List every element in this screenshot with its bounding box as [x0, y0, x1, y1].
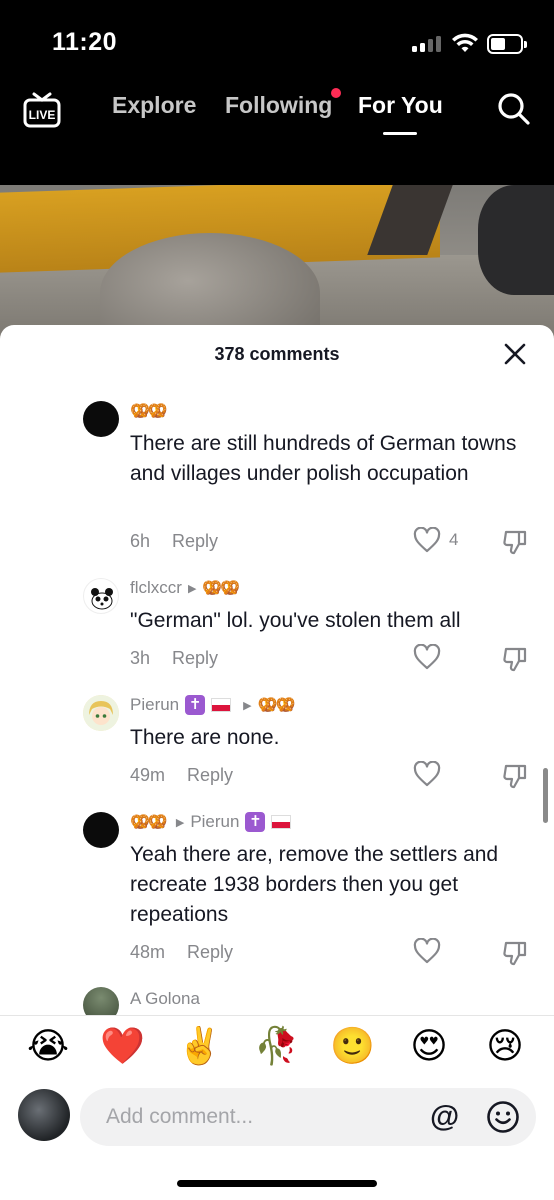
dislike-icon[interactable] [502, 646, 528, 672]
dislike-icon[interactable] [502, 529, 528, 555]
loudly-crying-emoji-button[interactable]: 😭 [26, 1025, 70, 1069]
comment-placeholder: Add comment... [106, 1105, 254, 1128]
comment-time: 48m [130, 942, 166, 962]
close-icon[interactable] [503, 342, 527, 366]
emoji-smile-icon[interactable] [486, 1100, 520, 1134]
comment-input[interactable]: Add comment... @ [80, 1088, 536, 1146]
comment-input-row: Add comment... @ [0, 1085, 554, 1146]
avatar[interactable] [83, 401, 119, 437]
like-button[interactable] [413, 938, 441, 964]
avatar[interactable] [83, 987, 119, 1015]
comment-meta: 6h Reply [130, 531, 218, 552]
home-indicator[interactable] [177, 1180, 377, 1187]
notification-dot [331, 88, 341, 98]
my-avatar[interactable] [18, 1089, 70, 1141]
heart-icon [413, 938, 441, 964]
comment-item: flclxccr ▶ 🥨🥨 "German" lol. you've stole… [0, 576, 554, 676]
cellular-signal-icon [412, 36, 442, 52]
comment-text: There are still hundreds of German towns… [130, 432, 517, 485]
slight-smile-emoji-button[interactable]: 🙂 [330, 1025, 375, 1069]
like-button[interactable] [413, 761, 441, 787]
mention-at-icon[interactable]: @ [430, 1100, 459, 1134]
comment-text: There are none. [130, 726, 280, 749]
cross-badge-icon: ✝ [185, 695, 206, 715]
comment-meta: 48m Reply [130, 942, 233, 963]
wilted-rose-emoji-button[interactable]: 🥀 [254, 1025, 299, 1069]
scrollbar[interactable] [543, 768, 548, 823]
reply-to-user[interactable]: Pierun [190, 812, 239, 832]
comments-list[interactable]: 🥨🥨 There are still hundreds of German to… [0, 383, 554, 1015]
emoji-quick-bar: 😭 ❤️ ✌️ 🥀 🙂 😍 😢 [0, 1025, 554, 1075]
comment-author[interactable]: Pierun ✝ ▶ 🥨🥨 [130, 693, 296, 717]
reply-arrow-icon: ▶ [187, 582, 197, 595]
like-button[interactable]: 4 [413, 527, 458, 553]
comment-meta: 3h Reply [130, 648, 218, 669]
heart-icon [413, 644, 441, 670]
reply-button[interactable]: Reply [172, 531, 218, 551]
tab-explore[interactable]: Explore [112, 92, 196, 119]
comment-time: 49m [130, 765, 166, 785]
avatar[interactable] [83, 695, 119, 731]
comment-author[interactable]: A Golona [130, 987, 200, 1011]
comment-item: 🥨🥨 There are still hundreds of German to… [0, 399, 554, 559]
reply-arrow-icon: ▶ [243, 699, 252, 712]
cross-badge-icon: ✝ [245, 812, 266, 832]
comments-count: 378 comments [214, 344, 340, 364]
comment-item: 🥨🥨 ▶ Pierun ✝ Yeah there are, remove the… [0, 810, 554, 970]
status-time: 11:20 [52, 28, 118, 56]
live-label: LIVE [29, 108, 56, 122]
heart-eyes-emoji-button[interactable]: 😍 [407, 1025, 451, 1069]
comments-header: 378 comments [0, 325, 554, 383]
reply-button[interactable]: Reply [187, 942, 233, 962]
like-button[interactable] [413, 644, 441, 670]
anime-avatar-icon [83, 695, 119, 731]
divider [0, 1015, 554, 1016]
comment-author[interactable]: flclxccr ▶ 🥨🥨 [130, 576, 240, 600]
active-tab-indicator [383, 132, 417, 135]
like-count: 4 [449, 530, 459, 549]
username: 🥨🥨 [130, 814, 168, 831]
avatar[interactable] [83, 578, 119, 614]
victory-hand-emoji-button[interactable]: ✌️ [177, 1025, 222, 1069]
comment-author[interactable]: 🥨🥨 ▶ Pierun ✝ [130, 810, 292, 834]
comment-text: Yeah there are, remove the settlers and … [130, 843, 499, 926]
tab-for-you[interactable]: For You [358, 92, 443, 119]
heart-icon [413, 527, 441, 553]
battery-icon [487, 34, 527, 54]
comment-item: A Golona [0, 987, 554, 1015]
username: A Golona [130, 989, 200, 1008]
wifi-icon [452, 33, 478, 52]
heart-emoji-button[interactable]: ❤️ [100, 1025, 145, 1069]
comment-time: 3h [130, 648, 151, 668]
search-icon[interactable] [496, 91, 532, 127]
video-preview[interactable] [0, 185, 554, 345]
live-icon[interactable]: LIVE [22, 90, 62, 130]
comment-author[interactable]: 🥨🥨 [130, 399, 168, 423]
status-bar: 11:20 [0, 0, 554, 80]
reply-button[interactable]: Reply [187, 765, 233, 785]
username: Pierun [130, 695, 180, 714]
comments-sheet: 378 comments 🥨🥨 There are still hundreds… [0, 325, 554, 1200]
poland-flag-icon [271, 815, 292, 829]
dislike-icon[interactable] [502, 940, 528, 966]
comment-meta: 49m Reply [130, 765, 233, 786]
avatar[interactable] [83, 812, 119, 848]
reply-to-user[interactable]: 🥨🥨 [258, 695, 296, 715]
reply-to-user[interactable]: 🥨🥨 [202, 578, 240, 598]
dislike-icon[interactable] [502, 763, 528, 789]
top-navigation: LIVE Explore Following For You [0, 80, 554, 185]
tab-following[interactable]: Following [225, 92, 332, 119]
username: flclxccr [130, 578, 182, 597]
panda-avatar-icon [91, 588, 113, 610]
comment-text: "German" lol. you've stolen them all [130, 609, 461, 632]
comment-item: Pierun ✝ ▶ 🥨🥨 There are none. 49m Reply [0, 693, 554, 793]
comment-time: 6h [130, 531, 151, 551]
reply-button[interactable]: Reply [172, 648, 218, 668]
heart-icon [413, 761, 441, 787]
poland-flag-icon [211, 698, 232, 712]
crying-emoji-button[interactable]: 😢 [483, 1025, 527, 1069]
reply-arrow-icon: ▶ [175, 816, 185, 829]
